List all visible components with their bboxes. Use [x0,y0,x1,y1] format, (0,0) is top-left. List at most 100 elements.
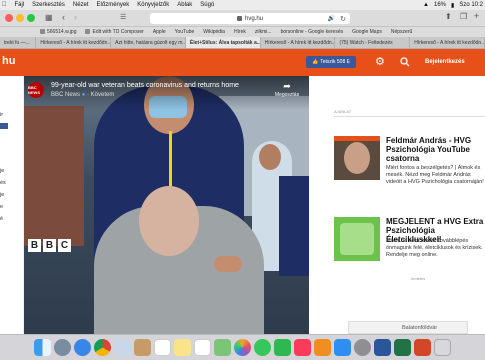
browser-tab[interactable]: Azt hitte, hatásra gúzolt egy m... [111,37,186,48]
browser-tab[interactable]: trekt fu —... [0,37,37,48]
tabs-overview-icon[interactable]: ❐ [460,12,467,21]
finder-icon[interactable] [34,339,51,356]
maps-icon[interactable] [214,339,231,356]
share-icon[interactable]: ⬆ [445,12,452,21]
sidebar-toggle-icon[interactable]: ▦ [45,13,53,22]
mail-icon[interactable] [114,339,131,356]
login-link[interactable]: Bejelentkezés [425,59,465,65]
bottom-ad-banner[interactable]: Balatonföldvár [348,321,468,334]
notes-icon[interactable] [174,339,191,356]
forward-icon[interactable]: › [74,12,77,22]
mac-dock [0,334,485,360]
bookmark-item[interactable]: YouTube [175,29,195,35]
share-button[interactable]: ➦ Megosztás [269,81,305,98]
bookmark-item[interactable]: Wikipédia [203,29,225,35]
browser-tab[interactable]: Hírkereső - A hírek itt kezdődn... [36,37,112,48]
reload-icon[interactable]: ↻ [340,15,346,23]
word-icon[interactable] [374,339,391,356]
ad-section-label: AJÁNLAT [334,109,352,114]
bookmark-item[interactable]: Google Maps [352,29,382,35]
messages-icon[interactable] [254,339,271,356]
contacts-icon[interactable] [134,339,151,356]
video-veteran-head [139,186,199,256]
battery-icon[interactable]: ▮ [451,2,454,9]
search-icon[interactable] [400,57,410,67]
channel-name[interactable]: BBC News [51,92,80,98]
photos-icon[interactable] [234,339,251,356]
menu-file[interactable]: Fájl [15,2,25,8]
menu-help[interactable]: Súgó [200,2,214,8]
video-staff-head [259,144,281,170]
facebook-share-mini[interactable] [0,123,8,129]
menu-edit[interactable]: Szerkesztés [32,2,65,8]
verified-icon: ● [81,92,86,98]
apple-menu-icon[interactable]:  [2,2,7,8]
ad-notice: hirdetés [411,276,426,281]
follow-link[interactable]: Követem [91,92,115,98]
thumbnail-banner [334,136,380,141]
bookmark-item[interactable]: 566514.w.jpg [40,29,76,35]
bookmark-icon [85,29,91,35]
embedded-video-player[interactable]: B B C BBC NEWS 99-year-old war veteran b… [24,76,309,334]
video-wall [24,106,84,246]
menu-window[interactable]: Ablak [177,2,192,8]
new-tab-icon[interactable]: + [474,11,479,21]
thumbs-up-icon: 👍 [312,59,319,65]
zoom-window-button[interactable] [27,14,35,22]
gear-icon[interactable]: ⚙ [375,56,387,68]
bookmark-item[interactable]: Apple [153,29,166,35]
safari-icon[interactable] [74,339,91,356]
bookmark-item[interactable]: borsonline - Google keresés [281,29,344,35]
promo-thumbnail[interactable] [334,136,380,180]
minimize-window-button[interactable] [16,14,24,22]
facetime-icon[interactable] [274,339,291,356]
reminders-icon[interactable] [194,339,211,356]
system-preferences-icon[interactable] [354,339,371,356]
calendar-icon[interactable] [154,339,171,356]
back-icon[interactable]: ‹ [62,12,65,22]
cutoff-text: je [0,192,5,198]
facebook-like-button[interactable]: 👍 Tetszik 508 E [306,56,356,68]
chrome-icon[interactable] [94,339,111,356]
reader-icon[interactable]: ☰ [120,13,126,21]
promo-title[interactable]: Feldmár András - HVG Pszichológia YouTub… [386,136,485,163]
bbc-logo-letter: B [43,239,56,252]
launchpad-icon[interactable] [54,339,71,356]
divider [334,116,485,117]
site-logo[interactable]: hu [2,55,15,67]
menu-view[interactable]: Nézet [73,2,89,8]
address-bar[interactable]: hvg.hu 🔊 ↻ [150,13,350,24]
share-label: Megosztás [274,92,300,98]
battery-percent[interactable]: 16% [434,2,446,8]
menu-history[interactable]: Előzmények [97,2,130,8]
trash-icon[interactable] [434,339,451,356]
channel-avatar[interactable]: BBC NEWS [28,82,44,98]
bookmark-item[interactable]: Edit with TD Composer [85,29,144,35]
books-icon[interactable] [314,339,331,356]
menu-bookmarks[interactable]: Könyvjelzők [137,2,169,8]
excel-icon[interactable] [394,339,411,356]
promo-thumbnail[interactable] [334,217,380,261]
close-window-button[interactable] [5,14,13,22]
lock-icon [236,16,242,21]
left-article-strip: ir je és je e é [0,76,24,334]
bbc-logo-letter: C [58,239,71,252]
share-arrow-icon: ➦ [283,81,291,91]
video-title[interactable]: 99-year-old war veteran beats coronaviru… [51,82,239,89]
browser-tab-active[interactable]: Élet+Stílus: Álva tapsolták a... [185,37,261,48]
clock[interactable]: Szo 10:2 [459,2,483,8]
speaker-icon[interactable]: 🔊 [328,15,335,22]
bookmark-item[interactable]: zilkmi... [255,29,272,35]
browser-tab[interactable]: Hírkereső - A hírek itt kezdődn... [410,37,485,48]
video-channel-row: BBC News ● · Követem [51,92,114,98]
bookmark-item[interactable]: Hírek [234,29,246,35]
music-icon[interactable] [294,339,311,356]
cutoff-text: e [0,204,4,210]
browser-tab[interactable]: (75) Watch - Feltedezés [335,37,411,48]
bookmark-item[interactable]: Népszerű [391,29,412,35]
app-store-icon[interactable] [334,339,351,356]
wifi-icon[interactable]: ▲ [423,2,429,8]
separator-dot: · [86,92,89,98]
browser-tab[interactable]: Hírkereső - A hírek itt kezdődn... [261,37,336,48]
powerpoint-icon[interactable] [414,339,431,356]
